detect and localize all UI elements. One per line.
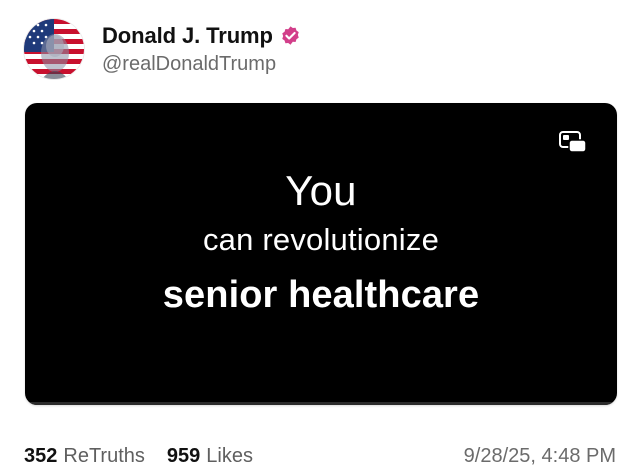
avatar[interactable]: [24, 19, 84, 79]
post-timestamp[interactable]: 9/28/25, 4:48 PM: [464, 445, 616, 468]
verified-badge-icon: [280, 25, 301, 46]
author-names: Donald J. Trump @realDonaldTrump: [102, 23, 301, 76]
overlay-line-2: can revolutionize: [202, 222, 440, 257]
author-handle[interactable]: @realDonaldTrump: [102, 53, 301, 76]
retruths-label: ReTruths: [63, 444, 145, 467]
post-video[interactable]: You can revolutionize senior healthcare: [25, 103, 617, 405]
picture-in-picture-icon[interactable]: [559, 131, 587, 153]
likes-count: 959: [166, 444, 201, 467]
post-header: Donald J. Trump @realDonaldTrump: [24, 18, 301, 80]
retruths-count: 352: [24, 444, 58, 467]
likes-stat[interactable]: 959 Likes: [167, 445, 253, 468]
likes-label: Likes: [206, 444, 253, 467]
author-display-name[interactable]: Donald J. Trump: [102, 23, 273, 49]
post-footer: 352 ReTruths 959 Likes 9/28/25, 4:48 PM: [24, 441, 616, 471]
retruths-stat[interactable]: 352 ReTruths: [24, 445, 145, 468]
name-row: Donald J. Trump: [102, 23, 301, 49]
overlay-line-1: You: [285, 167, 357, 214]
overlay-line-3: senior healthcare: [162, 274, 480, 316]
flag-portrait-avatar-icon: [24, 19, 84, 79]
truth-post: Donald J. Trump @realDonaldTrump You can…: [0, 0, 640, 472]
video-overlay-text: You can revolutionize senior healthcare: [25, 165, 617, 325]
